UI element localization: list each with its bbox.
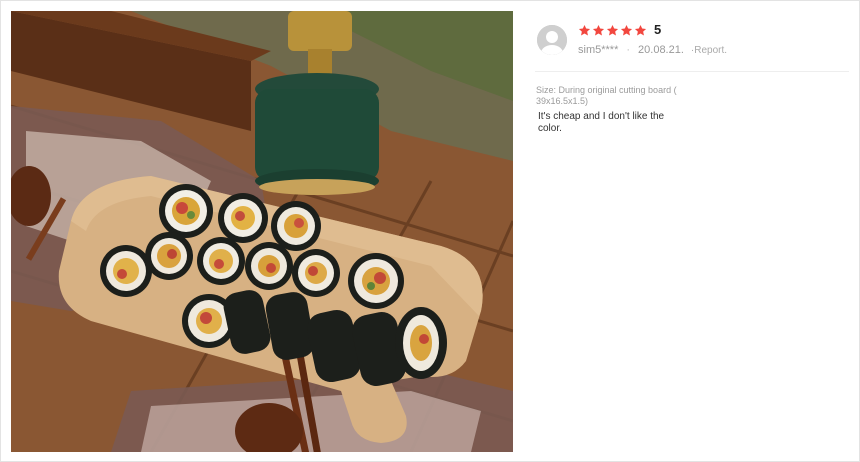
review-header: 5 sim5**** · 20.08.21. ·Report. xyxy=(537,23,849,71)
star-icon xyxy=(620,24,633,35)
review-date: 20.08.21. xyxy=(638,44,684,56)
review-photo-image xyxy=(11,11,513,452)
user-avatar-icon xyxy=(537,25,567,55)
star-icon xyxy=(606,24,619,35)
header-divider xyxy=(535,71,849,72)
star-icon xyxy=(578,24,591,35)
reviewer-username: sim5**** xyxy=(578,44,619,56)
review-content: It's cheap and I don't like the color. xyxy=(538,111,665,134)
review-meta: sim5**** · 20.08.21. ·Report. xyxy=(578,44,727,56)
star-icon xyxy=(592,24,605,35)
review-panel: 5 sim5**** · 20.08.21. ·Report. Size: Du… xyxy=(523,11,851,452)
report-link[interactable]: ·Report. xyxy=(691,45,727,56)
meta-separator: · xyxy=(626,44,631,56)
review-photo[interactable] xyxy=(11,11,513,452)
review-card: 5 sim5**** · 20.08.21. ·Report. Size: Du… xyxy=(0,0,860,462)
star-rating: 5 xyxy=(578,23,661,37)
purchased-option: Size: During original cutting board ( 39… xyxy=(536,85,677,106)
star-icon xyxy=(634,24,647,35)
rating-score: 5 xyxy=(654,22,662,37)
